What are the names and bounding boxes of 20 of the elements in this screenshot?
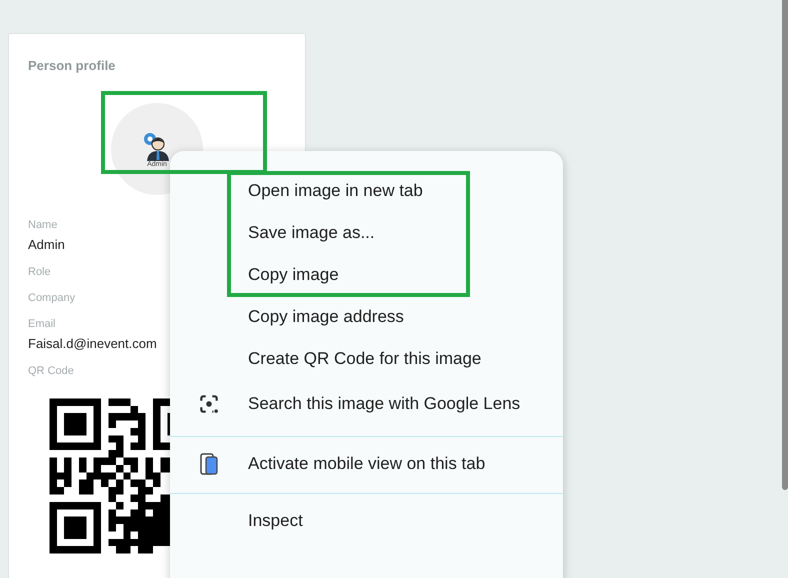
menu-item[interactable]: Copy image [248,264,339,286]
field-label: QR Code [28,365,74,377]
lens-icon [198,393,220,415]
menu-item[interactable]: Copy image address [248,306,404,328]
field-value: Admin [28,237,65,252]
menu-item[interactable]: Inspect [248,510,303,532]
field-label: Role [28,266,51,278]
mobile-device-icon [199,453,219,475]
menu-item[interactable]: Activate mobile view on this tab [248,453,486,475]
menu-item[interactable]: Create QR Code for this image [248,348,482,370]
field-value: Faisal.d@inevent.com [28,336,157,351]
admin-person-icon [142,130,172,160]
card-title: Person profile [28,58,116,73]
menu-item[interactable]: Open image in new tab [248,180,423,202]
menu-item[interactable]: Search this image with Google Lens [248,393,520,415]
field-label: Name [28,219,58,231]
field-label: Email [28,318,56,330]
menu-item[interactable]: Save image as... [248,222,375,244]
scrollbar-thumb[interactable] [782,0,788,490]
field-label: Company [28,292,76,304]
